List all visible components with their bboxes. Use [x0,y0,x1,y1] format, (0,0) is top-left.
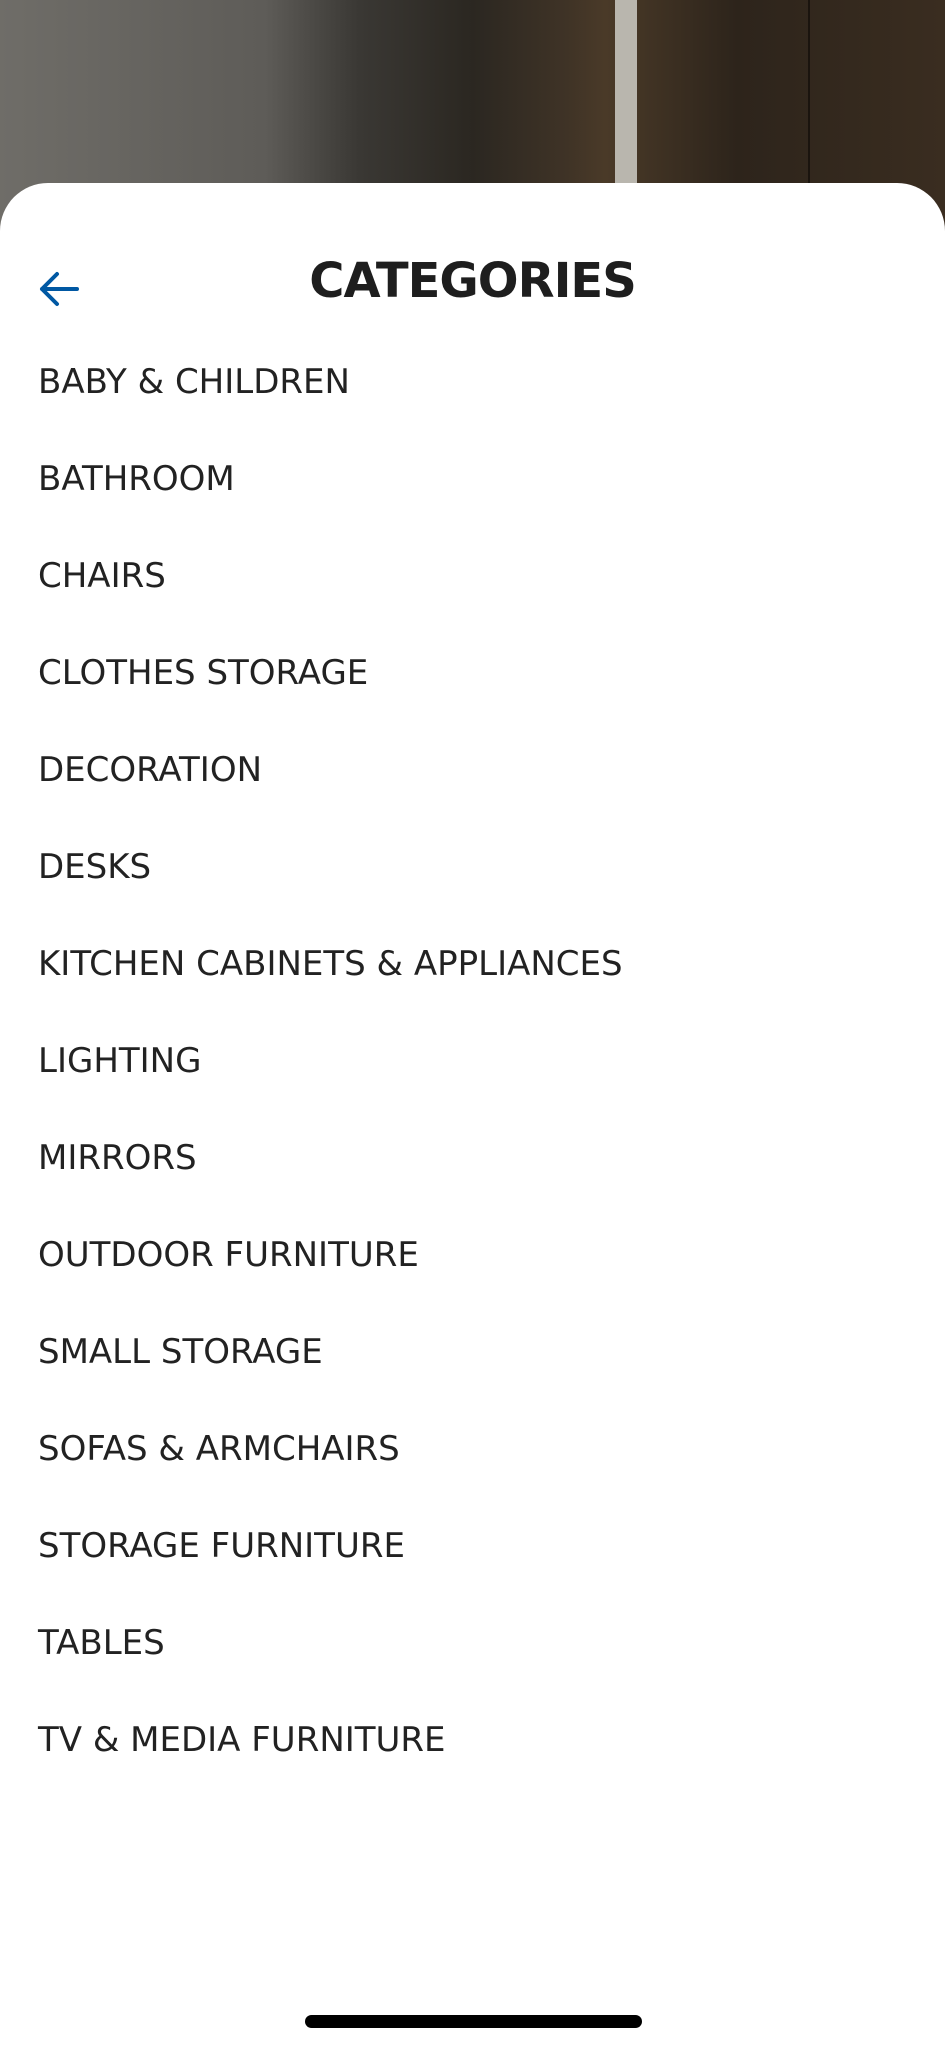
category-item-outdoor-furniture[interactable]: OUTDOOR FURNITURE [0,1206,945,1303]
category-item-storage-furniture[interactable]: STORAGE FURNITURE [0,1497,945,1594]
category-item-tv-media-furniture[interactable]: TV & MEDIA FURNITURE [0,1691,945,1788]
page-title: CATEGORIES [309,253,637,309]
category-item-chairs[interactable]: CHAIRS [0,527,945,624]
category-item-kitchen-cabinets-appliances[interactable]: KITCHEN CABINETS & APPLIANCES [0,915,945,1012]
category-item-clothes-storage[interactable]: CLOTHES STORAGE [0,624,945,721]
category-item-lighting[interactable]: LIGHTING [0,1012,945,1109]
category-item-decoration[interactable]: DECORATION [0,721,945,818]
sheet-header: CATEGORIES [0,241,945,331]
categories-sheet: CATEGORIES BABY & CHILDREN BATHROOM CHAI… [0,183,945,2048]
category-item-bathroom[interactable]: BATHROOM [0,430,945,527]
category-item-small-storage[interactable]: SMALL STORAGE [0,1303,945,1400]
category-item-baby-children[interactable]: BABY & CHILDREN [0,333,945,430]
category-item-sofas-armchairs[interactable]: SOFAS & ARMCHAIRS [0,1400,945,1497]
category-item-mirrors[interactable]: MIRRORS [0,1109,945,1206]
category-list: BABY & CHILDREN BATHROOM CHAIRS CLOTHES … [0,333,945,1788]
home-indicator[interactable] [305,2015,642,2028]
category-item-desks[interactable]: DESKS [0,818,945,915]
category-item-tables[interactable]: TABLES [0,1594,945,1691]
